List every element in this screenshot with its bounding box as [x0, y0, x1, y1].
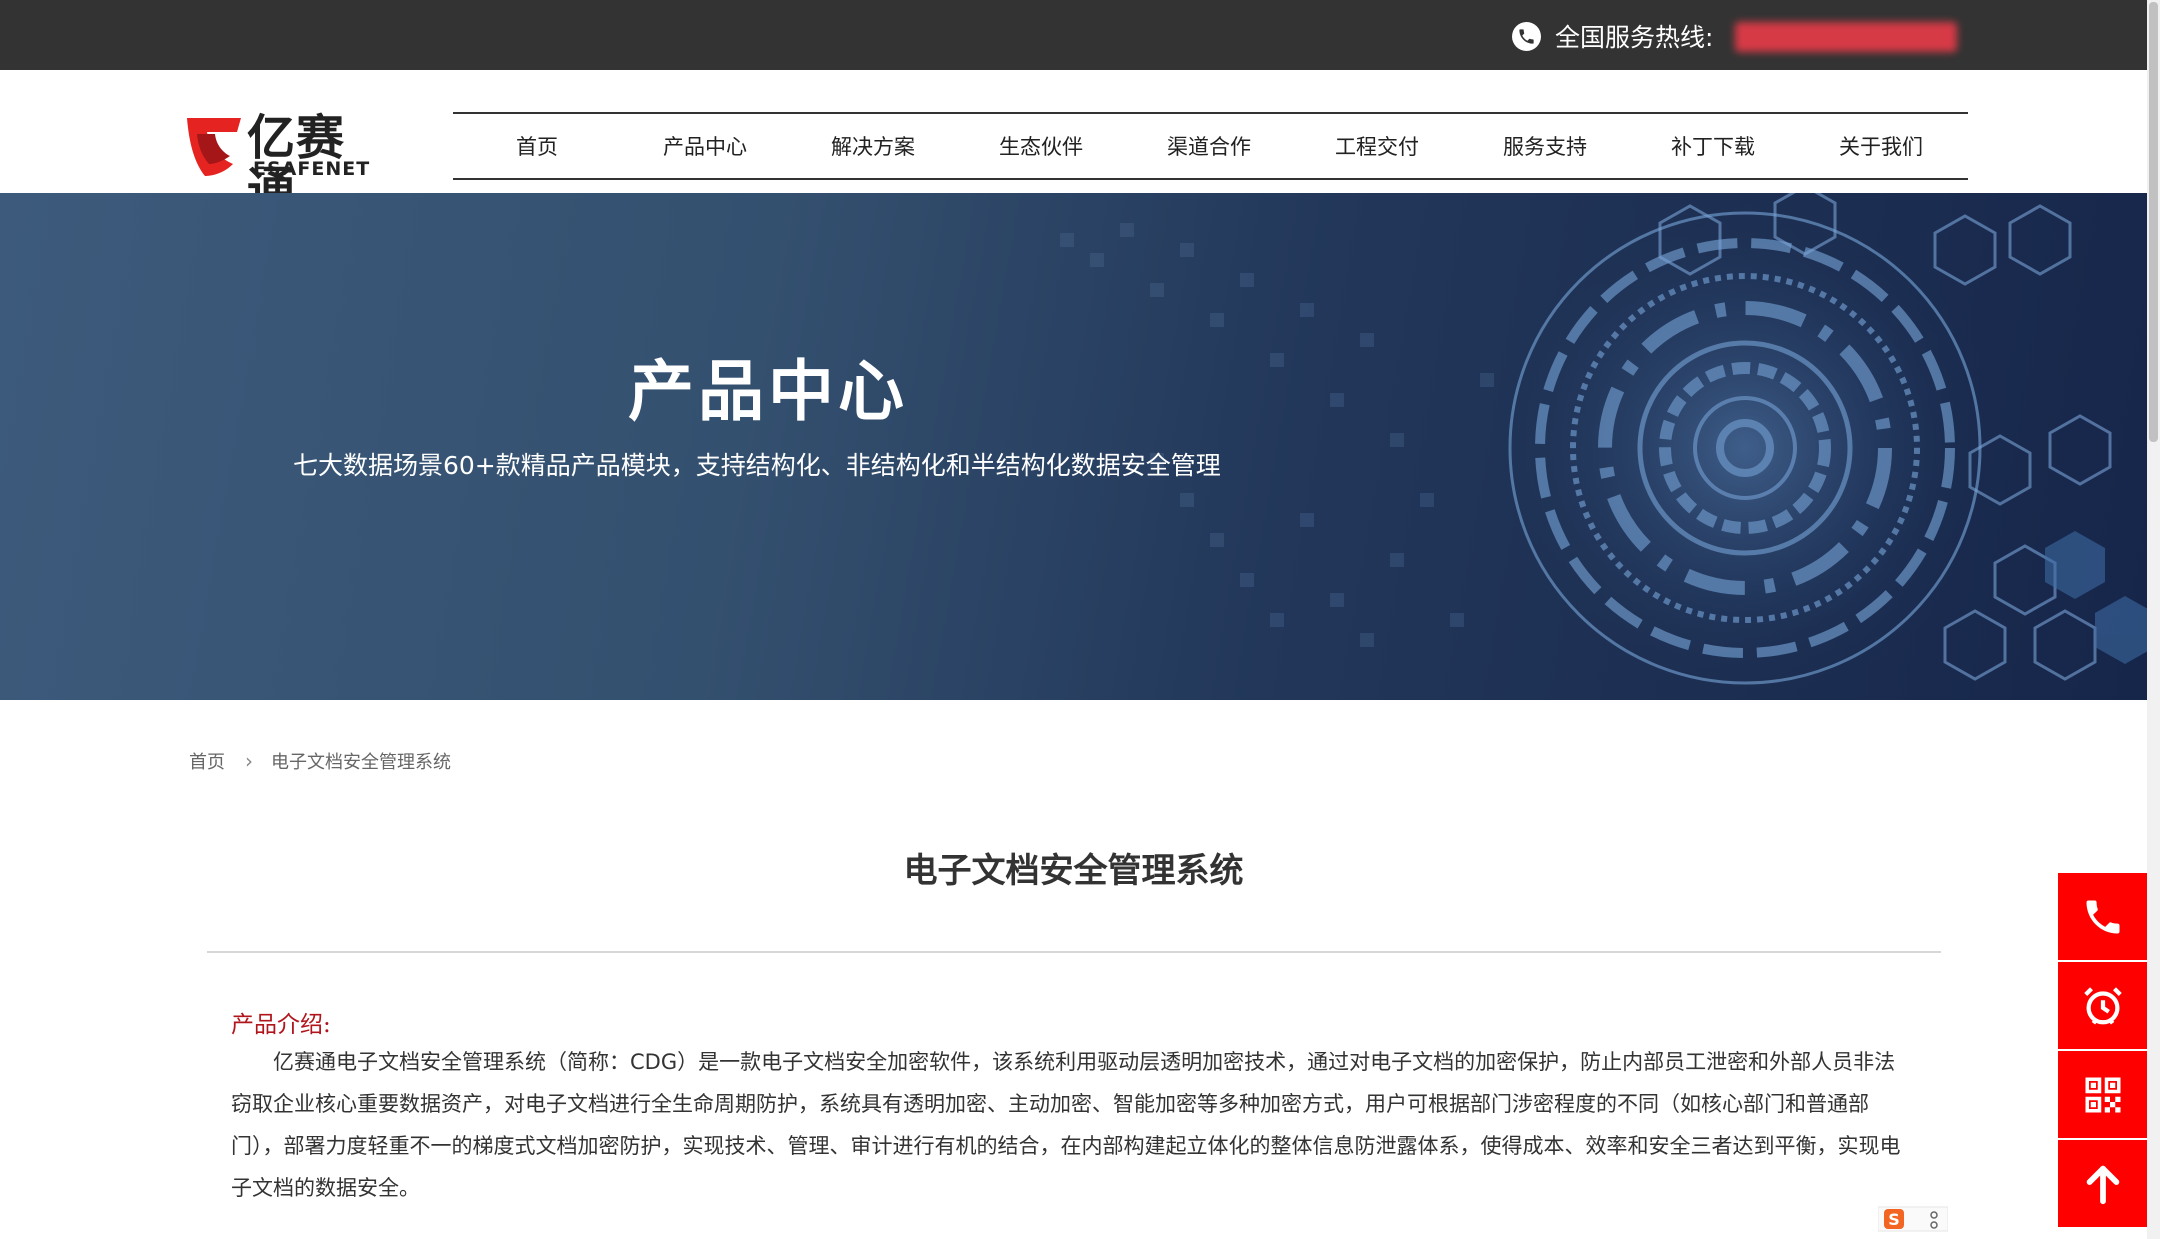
nav-item-delivery[interactable]: 工程交付 [1293, 131, 1461, 161]
intro-text: 亿赛通电子文档安全管理系统（简称：CDG）是一款电子文档安全加密软件，该系统利用… [231, 1050, 1901, 1200]
breadcrumb-home[interactable]: 首页 [189, 748, 225, 774]
phone-icon [1512, 21, 1541, 51]
logo[interactable]: 亿赛通 ESAFENET [185, 112, 385, 216]
back-to-top-button[interactable] [2058, 1140, 2147, 1229]
ime-toolbar[interactable]: S [1878, 1203, 1948, 1235]
page-title: 电子文档安全管理系统 [903, 851, 1244, 891]
title-divider [207, 951, 1941, 953]
hotline-label: 全国服务热线: [1555, 23, 1714, 52]
banner-title: 产品中心 [628, 353, 908, 430]
nav-item-support[interactable]: 服务支持 [1461, 131, 1629, 161]
alarm-clock-icon [2083, 986, 2122, 1025]
phone-icon [2086, 900, 2119, 933]
chevron-right-icon: › [245, 749, 253, 773]
nav-item-about[interactable]: 关于我们 [1797, 131, 1965, 161]
nav-item-partners[interactable]: 生态伙伴 [957, 131, 1125, 161]
hotline-number-redacted [1735, 22, 1957, 52]
hotline: 全国服务热线: [1512, 21, 1714, 52]
top-bar: 全国服务热线: [0, 0, 2147, 70]
arrow-up-icon [2086, 1165, 2119, 1204]
intro-label: 产品介绍: [231, 1012, 331, 1038]
nav-item-channel[interactable]: 渠道合作 [1125, 131, 1293, 161]
breadcrumb: 首页 › 电子文档安全管理系统 [189, 748, 451, 774]
qr-code-icon [2085, 1077, 2120, 1112]
qr-code-button[interactable] [2058, 1051, 2147, 1140]
shield-logo-icon [187, 118, 241, 176]
sogou-ime-icon: S [1878, 1206, 1948, 1232]
logo-name-en: ESAFENET [253, 158, 371, 180]
svg-text:S: S [1888, 1210, 1900, 1229]
scrollbar-thumb[interactable] [2149, 2, 2158, 442]
nav-item-patches[interactable]: 补丁下载 [1629, 131, 1797, 161]
hero-banner: 产品中心 七大数据场景60+款精品产品模块，支持结构化、非结构化和半结构化数据安… [0, 193, 2147, 700]
alarm-button[interactable] [2058, 962, 2147, 1051]
banner-subtitle: 七大数据场景60+款精品产品模块，支持结构化、非结构化和半结构化数据安全管理 [293, 451, 1221, 480]
phone-button[interactable] [2058, 873, 2147, 962]
nav-item-solutions[interactable]: 解决方案 [789, 131, 957, 161]
nav-item-home[interactable]: 首页 [453, 131, 621, 161]
nav-item-products[interactable]: 产品中心 [621, 131, 789, 161]
main-nav: 首页 产品中心 解决方案 生态伙伴 渠道合作 工程交付 服务支持 补丁下载 关于… [453, 112, 1968, 180]
floating-action-bar [2058, 873, 2147, 1229]
breadcrumb-current: 电子文档安全管理系统 [271, 752, 451, 773]
